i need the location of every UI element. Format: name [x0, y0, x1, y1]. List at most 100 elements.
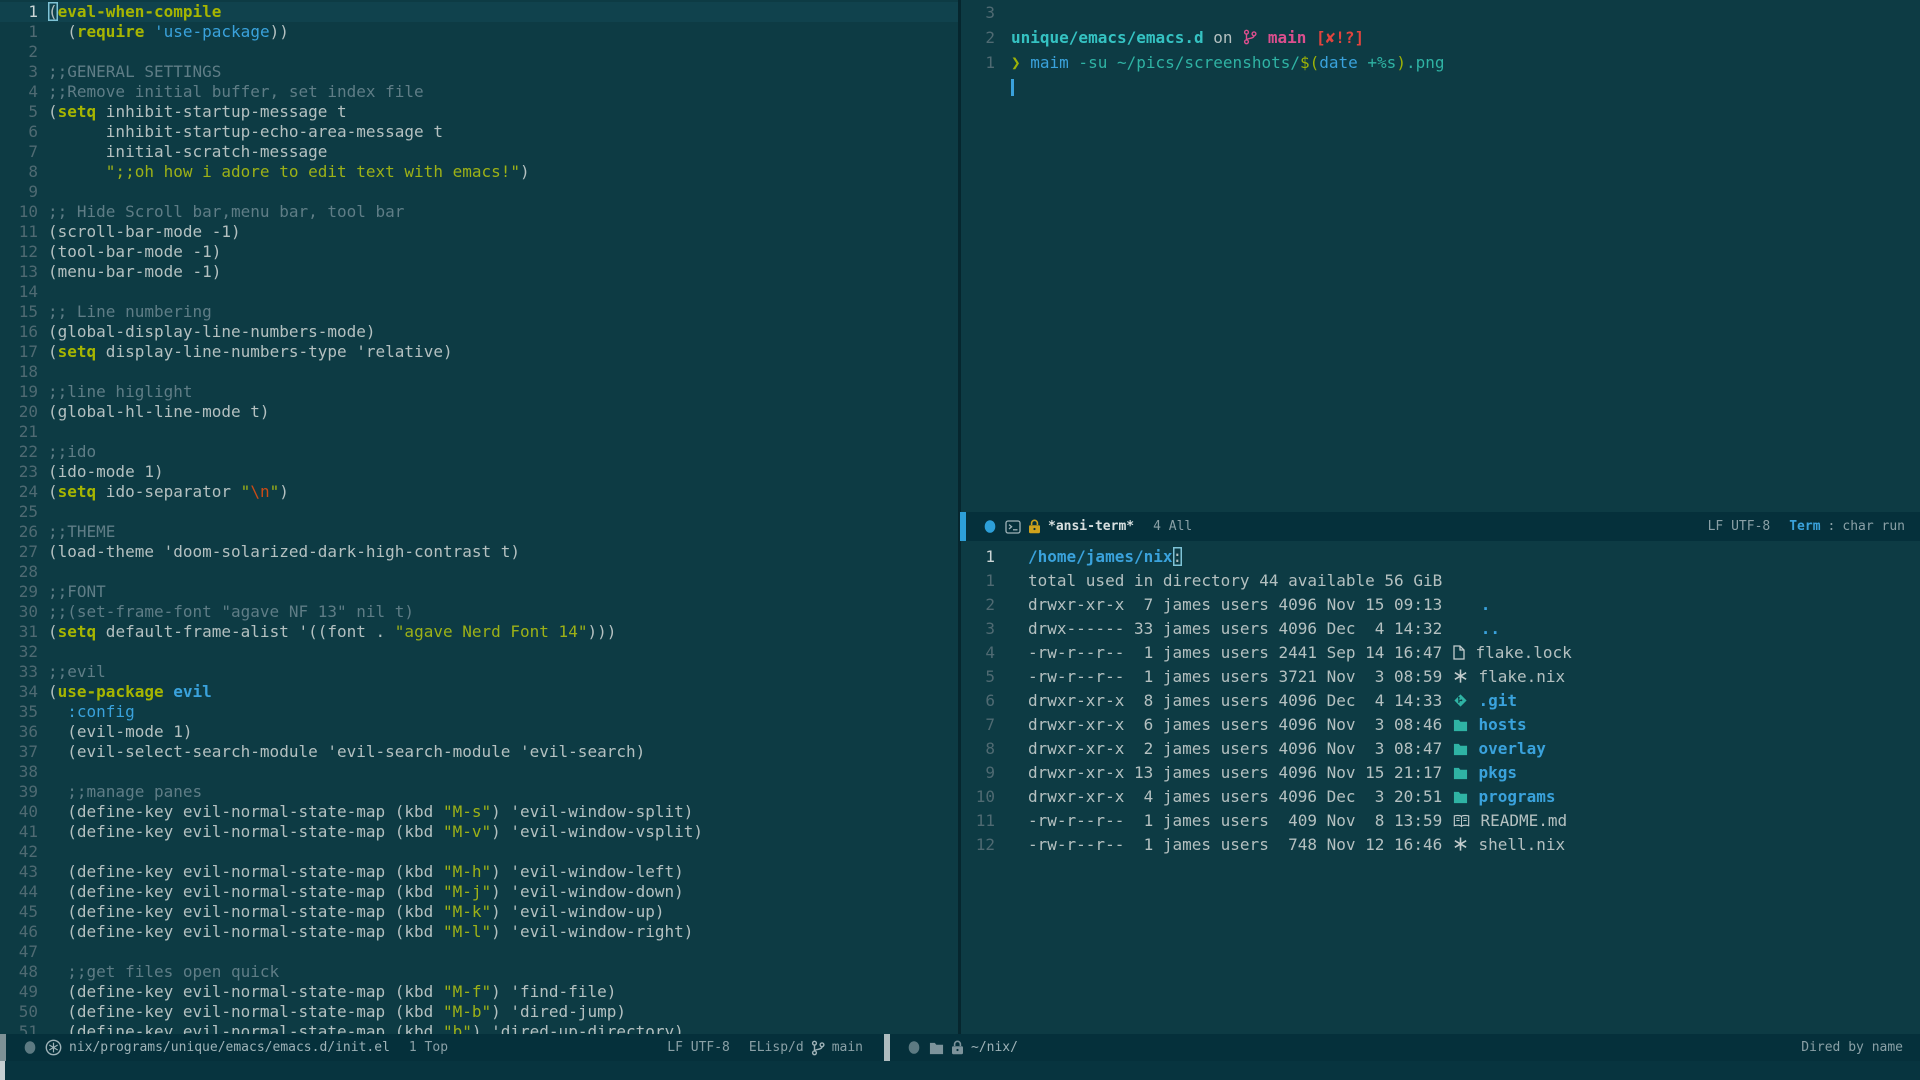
terminal-icon — [1005, 520, 1021, 534]
text-token[interactable]: README.md — [1471, 811, 1567, 830]
line-content: (setq inhibit-startup-message t — [48, 102, 347, 122]
code-line: 36 (evil-mode 1) — [0, 722, 958, 742]
modeline-active-bar — [884, 1034, 890, 1061]
line-content: ;;evil — [48, 662, 106, 682]
line-number: 36 — [0, 722, 48, 742]
line-number: 1 — [0, 2, 48, 22]
code-line: 9 — [0, 182, 958, 202]
text-token: -su ~/pics/screenshots/ — [1069, 53, 1300, 72]
minibuffer-echo-area[interactable] — [0, 1061, 1920, 1080]
dired-line: 8drwxr-xr-x 2 james users 4096 Nov 3 08:… — [961, 737, 1920, 761]
text-token: ;;evil — [48, 662, 106, 681]
line-content: (scroll-bar-mode -1) — [48, 222, 241, 242]
text-token: drwxr-xr-x 4 james users 4096 Dec 3 20:5… — [1028, 787, 1452, 806]
text-token[interactable]: programs — [1469, 787, 1556, 806]
nix-icon — [1453, 668, 1468, 684]
text-token: ( — [48, 622, 58, 641]
text-token: ( — [48, 22, 77, 41]
text-token[interactable]: flake.nix — [1469, 667, 1565, 686]
line-number: 10 — [961, 785, 1005, 809]
line-content: ❯ maim -su ~/pics/screenshots/$(date +%s… — [1011, 50, 1444, 75]
line-number: 46 — [0, 922, 48, 942]
text-token: 'use-package — [154, 22, 270, 41]
text-token: (ido-mode 1) — [48, 462, 164, 481]
folder-icon — [1453, 790, 1468, 804]
line-content: ;;THEME — [48, 522, 115, 542]
text-token: [✘!?] — [1306, 28, 1364, 47]
text-token: (menu-bar-mode -1) — [48, 262, 221, 281]
text-token[interactable]: overlay — [1469, 739, 1546, 758]
line-number: 32 — [0, 642, 48, 662]
code-line: 10;; Hide Scroll bar,menu bar, tool bar — [0, 202, 958, 222]
line-number: 34 — [0, 682, 48, 702]
line-number: 27 — [0, 542, 48, 562]
line-number: 9 — [961, 761, 1005, 785]
dired-line: 1total used in directory 44 available 56… — [961, 569, 1920, 593]
code-line: 41 (define-key evil-normal-state-map (kb… — [0, 822, 958, 842]
line-content: drwxr-xr-x 2 james users 4096 Nov 3 08:4… — [1028, 737, 1546, 761]
text-token: (define-key evil-normal-state-map (kbd — [48, 822, 443, 841]
text-token: -rw-r--r-- 1 james users 2441 Sep 14 16:… — [1028, 643, 1452, 662]
line-content: ;; Hide Scroll bar,menu bar, tool bar — [48, 202, 404, 222]
git-branch-icon — [1243, 29, 1257, 45]
line-number: 13 — [0, 262, 48, 282]
text-token[interactable]: pkgs — [1469, 763, 1517, 782]
line-number: 15 — [0, 302, 48, 322]
text-token: drwxr-xr-x 7 james users 4096 Nov 15 09:… — [1028, 595, 1481, 614]
line-number: 41 — [0, 822, 48, 842]
text-token: main — [1258, 28, 1306, 47]
text-token: "M-k" — [443, 902, 491, 921]
file-icon — [1453, 645, 1465, 660]
text-token[interactable]: .. — [1481, 619, 1500, 638]
text-token: -rw-r--r-- 1 james users 409 Nov 8 13:59 — [1028, 811, 1452, 830]
text-token: ( — [48, 2, 58, 21]
code-line: 49 (define-key evil-normal-state-map (kb… — [0, 982, 958, 1002]
line-number: 20 — [0, 402, 48, 422]
line-content: (eval-when-compile — [48, 2, 221, 22]
text-token: ) — [520, 162, 530, 181]
text-token: ;;FONT — [48, 582, 106, 601]
code-line: 38 — [0, 762, 958, 782]
text-token[interactable]: .git — [1469, 691, 1517, 710]
text-token: display-line-numbers-type 'relative) — [96, 342, 452, 361]
text-token: (scroll-bar-mode -1) — [48, 222, 241, 241]
line-content: drwxr-xr-x 13 james users 4096 Nov 15 21… — [1028, 761, 1517, 785]
text-token[interactable]: flake.lock — [1466, 643, 1572, 662]
text-token: (define-key evil-normal-state-map (kbd — [48, 882, 443, 901]
dired-line: 2drwxr-xr-x 7 james users 4096 Nov 15 09… — [961, 593, 1920, 617]
text-token: $( — [1300, 53, 1319, 72]
line-content: (setq ido-separator "\n") — [48, 482, 289, 502]
line-content: -rw-r--r-- 1 james users 2441 Sep 14 16:… — [1028, 641, 1572, 665]
text-token: ) 'evil-window-vsplit) — [491, 822, 703, 841]
line-content: (define-key evil-normal-state-map (kbd "… — [48, 1002, 626, 1022]
dired-line: 3drwx------ 33 james users 4096 Dec 4 14… — [961, 617, 1920, 641]
line-content: ;;line higlight — [48, 382, 193, 402]
text-token: (load-theme 'doom-solarized-dark-high-co… — [48, 542, 520, 561]
code-line: 37 (evil-select-search-module 'evil-sear… — [0, 742, 958, 762]
text-token[interactable]: shell.nix — [1469, 835, 1565, 854]
text-token[interactable]: . — [1481, 595, 1491, 614]
modeline-label: LF UTF-8 — [667, 1040, 730, 1055]
text-token: ))) — [587, 622, 616, 641]
dired-listing-window[interactable]: 1/home/james/nix:1total used in director… — [961, 541, 1920, 1034]
code-line: 3;;GENERAL SETTINGS — [0, 62, 958, 82]
terminal-window-ansi-term[interactable]: 32unique/emacs/emacs.d on main [✘!?]1❯ m… — [961, 0, 1920, 512]
line-number: 7 — [961, 713, 1005, 737]
editor-window-init-el[interactable]: 1(eval-when-compile1 (require 'use-packa… — [0, 0, 958, 1034]
text-token[interactable]: /home/james/nix — [1028, 547, 1173, 566]
code-line: 48 ;;get files open quick — [0, 962, 958, 982]
text-token: drwxr-xr-x 6 james users 4096 Nov 3 08:4… — [1028, 715, 1452, 734]
text-token: ;;GENERAL SETTINGS — [48, 62, 221, 81]
text-token[interactable]: hosts — [1469, 715, 1527, 734]
line-number: 35 — [0, 702, 48, 722]
line-number: 12 — [961, 833, 1005, 857]
line-content: (load-theme 'doom-solarized-dark-high-co… — [48, 542, 520, 562]
line-content: (evil-mode 1) — [48, 722, 193, 742]
modeline-label: main — [832, 1040, 863, 1055]
modeline-label: ELisp/d — [749, 1040, 804, 1055]
text-token: default-frame-alist '((font . — [96, 622, 395, 641]
code-line: 42 — [0, 842, 958, 862]
line-content: drwxr-xr-x 4 james users 4096 Dec 3 20:5… — [1028, 785, 1556, 809]
text-token: "M-b" — [443, 1002, 491, 1021]
text-token: "M-h" — [443, 862, 491, 881]
